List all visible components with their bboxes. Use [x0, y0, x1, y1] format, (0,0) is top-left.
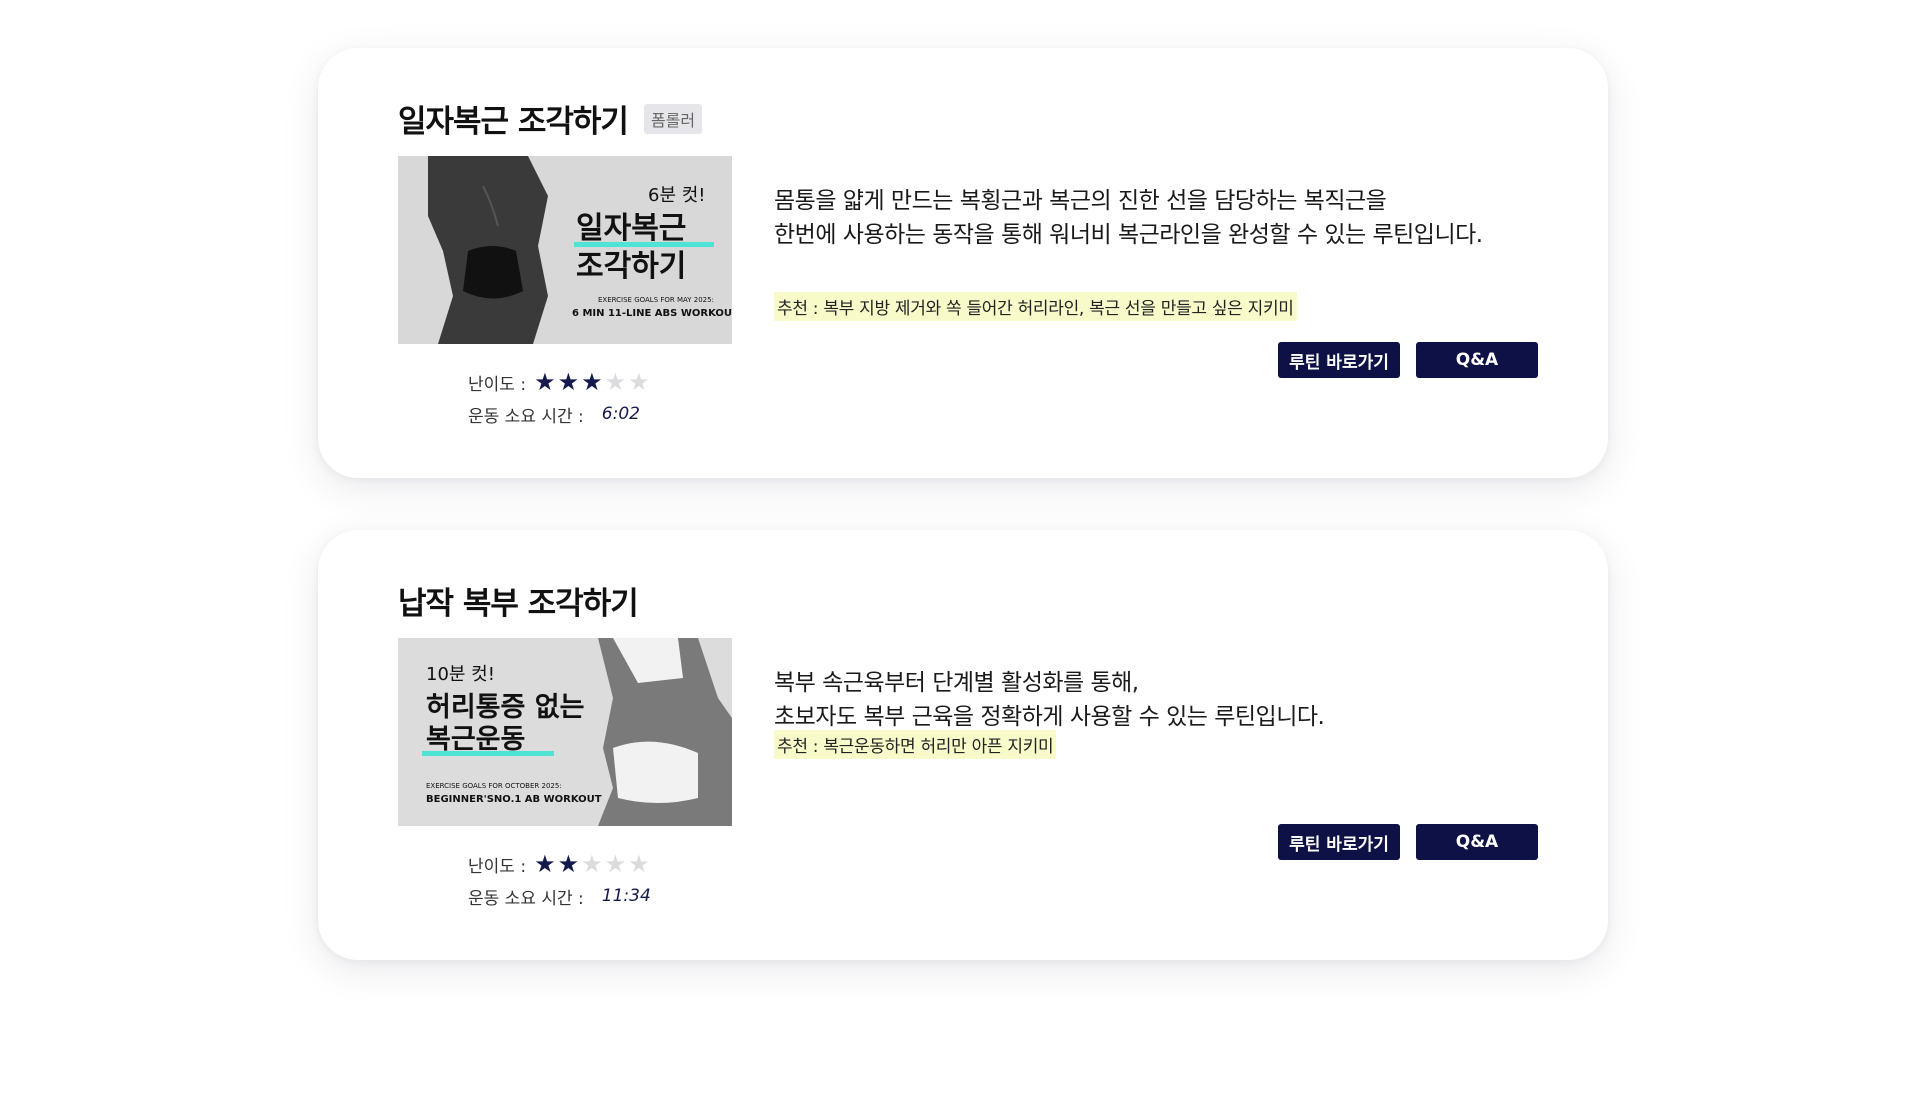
difficulty-label: 난이도 :: [468, 374, 527, 395]
description-line: 한번에 사용하는 동작을 통해 워너비 복근라인을 완성할 수 있는 루틴입니다…: [774, 222, 1483, 248]
description-line: 몸통을 얇게 만드는 복횡근과 복근의 진한 선을 담당하는 복직근을: [774, 188, 1387, 214]
card-title-row: 일자복근 조각하기 폼롤러: [398, 96, 703, 141]
card-title: 납작 복부 조각하기: [398, 586, 639, 622]
routine-button[interactable]: 루틴 바로가기: [1278, 342, 1400, 378]
thumb-small-text: 6분 컷!: [648, 185, 706, 206]
star-icon: ★: [534, 850, 556, 878]
thumb-line1: 허리통증 없는: [426, 692, 584, 723]
card-title-row: 납작 복부 조각하기: [398, 578, 639, 623]
star-icon: ★: [581, 850, 603, 878]
description-line: 초보자도 복부 근육을 정확하게 사용할 수 있는 루틴입니다.: [774, 704, 1325, 730]
description-line: 복부 속근육부터 단계별 활성화를 통해,: [774, 670, 1139, 696]
routine-card: 납작 복부 조각하기 10분 컷! 허리통증 없는 복근운동 EXERCISE …: [318, 530, 1608, 960]
star-icon: ★: [628, 850, 650, 878]
star-icon: ★: [604, 850, 627, 878]
routine-meta: 난이도 : ★ ★ ★ ★ ★ 운동 소요 시간 : 6:02: [468, 366, 650, 430]
qa-button[interactable]: Q&A: [1416, 342, 1538, 378]
thumb-sub1: EXERCISE GOALS FOR OCTOBER 2025:: [426, 782, 562, 790]
routine-thumbnail[interactable]: 6분 컷! 일자복근 조각하기 EXERCISE GOALS FOR MAY 2…: [398, 156, 732, 344]
routine-card: 일자복근 조각하기 폼롤러 6분 컷! 일자복근 조각하기 EXERCISE G…: [318, 48, 1608, 478]
star-icon: ★: [581, 368, 603, 396]
recommendation-text: 추천 : 복근운동하면 허리만 아픈 지키미: [774, 730, 1057, 759]
time-value: 11:34: [601, 886, 651, 906]
difficulty-row: 난이도 : ★ ★ ★ ★ ★: [468, 366, 650, 398]
routine-button[interactable]: 루틴 바로가기: [1278, 824, 1400, 860]
thumb-line1: 일자복근: [576, 211, 686, 246]
time-row: 운동 소요 시간 : 6:02: [468, 398, 650, 430]
routine-thumbnail[interactable]: 10분 컷! 허리통증 없는 복근운동 EXERCISE GOALS FOR O…: [398, 638, 732, 826]
thumb-sub1: EXERCISE GOALS FOR MAY 2025:: [598, 296, 714, 304]
star-icon: ★: [534, 368, 556, 396]
card-title: 일자복근 조각하기: [398, 104, 629, 140]
recommendation-text: 추천 : 복부 지방 제거와 쏙 들어간 허리라인, 복근 선을 만들고 싶은 …: [774, 292, 1297, 321]
difficulty-label: 난이도 :: [468, 856, 527, 877]
time-label: 운동 소요 시간 :: [468, 888, 584, 909]
thumb-sub2: 6 MIN 11-LINE ABS WORKOUT: [572, 308, 732, 319]
time-value: 6:02: [601, 404, 640, 424]
star-icon: ★: [604, 368, 627, 396]
star-icon: ★: [628, 368, 650, 396]
thumbnail-image: 10분 컷! 허리통증 없는 복근운동 EXERCISE GOALS FOR O…: [398, 638, 732, 826]
equipment-tag: 폼롤러: [643, 103, 703, 134]
star-icon: ★: [557, 850, 580, 878]
qa-button[interactable]: Q&A: [1416, 824, 1538, 860]
difficulty-row: 난이도 : ★ ★ ★ ★ ★: [468, 848, 651, 880]
thumb-line2: 조각하기: [576, 249, 686, 284]
thumbnail-image: 6분 컷! 일자복근 조각하기 EXERCISE GOALS FOR MAY 2…: [398, 156, 732, 344]
time-label: 운동 소요 시간 :: [468, 406, 584, 427]
thumb-small-text: 10분 컷!: [426, 664, 495, 685]
difficulty-stars: ★ ★ ★ ★ ★: [534, 852, 650, 876]
thumb-sub2: BEGINNER'SNO.1 AB WORKOUT: [426, 794, 602, 805]
routine-description: 복부 속근육부터 단계별 활성화를 통해, 초보자도 복부 근육을 정확하게 사…: [774, 666, 1325, 734]
time-row: 운동 소요 시간 : 11:34: [468, 880, 651, 912]
thumb-line2: 복근운동: [426, 724, 525, 755]
routine-meta: 난이도 : ★ ★ ★ ★ ★ 운동 소요 시간 : 11:34: [468, 848, 651, 912]
difficulty-stars: ★ ★ ★ ★ ★: [534, 370, 650, 394]
star-icon: ★: [557, 368, 580, 396]
routine-description: 몸통을 얇게 만드는 복횡근과 복근의 진한 선을 담당하는 복직근을 한번에 …: [774, 184, 1483, 252]
